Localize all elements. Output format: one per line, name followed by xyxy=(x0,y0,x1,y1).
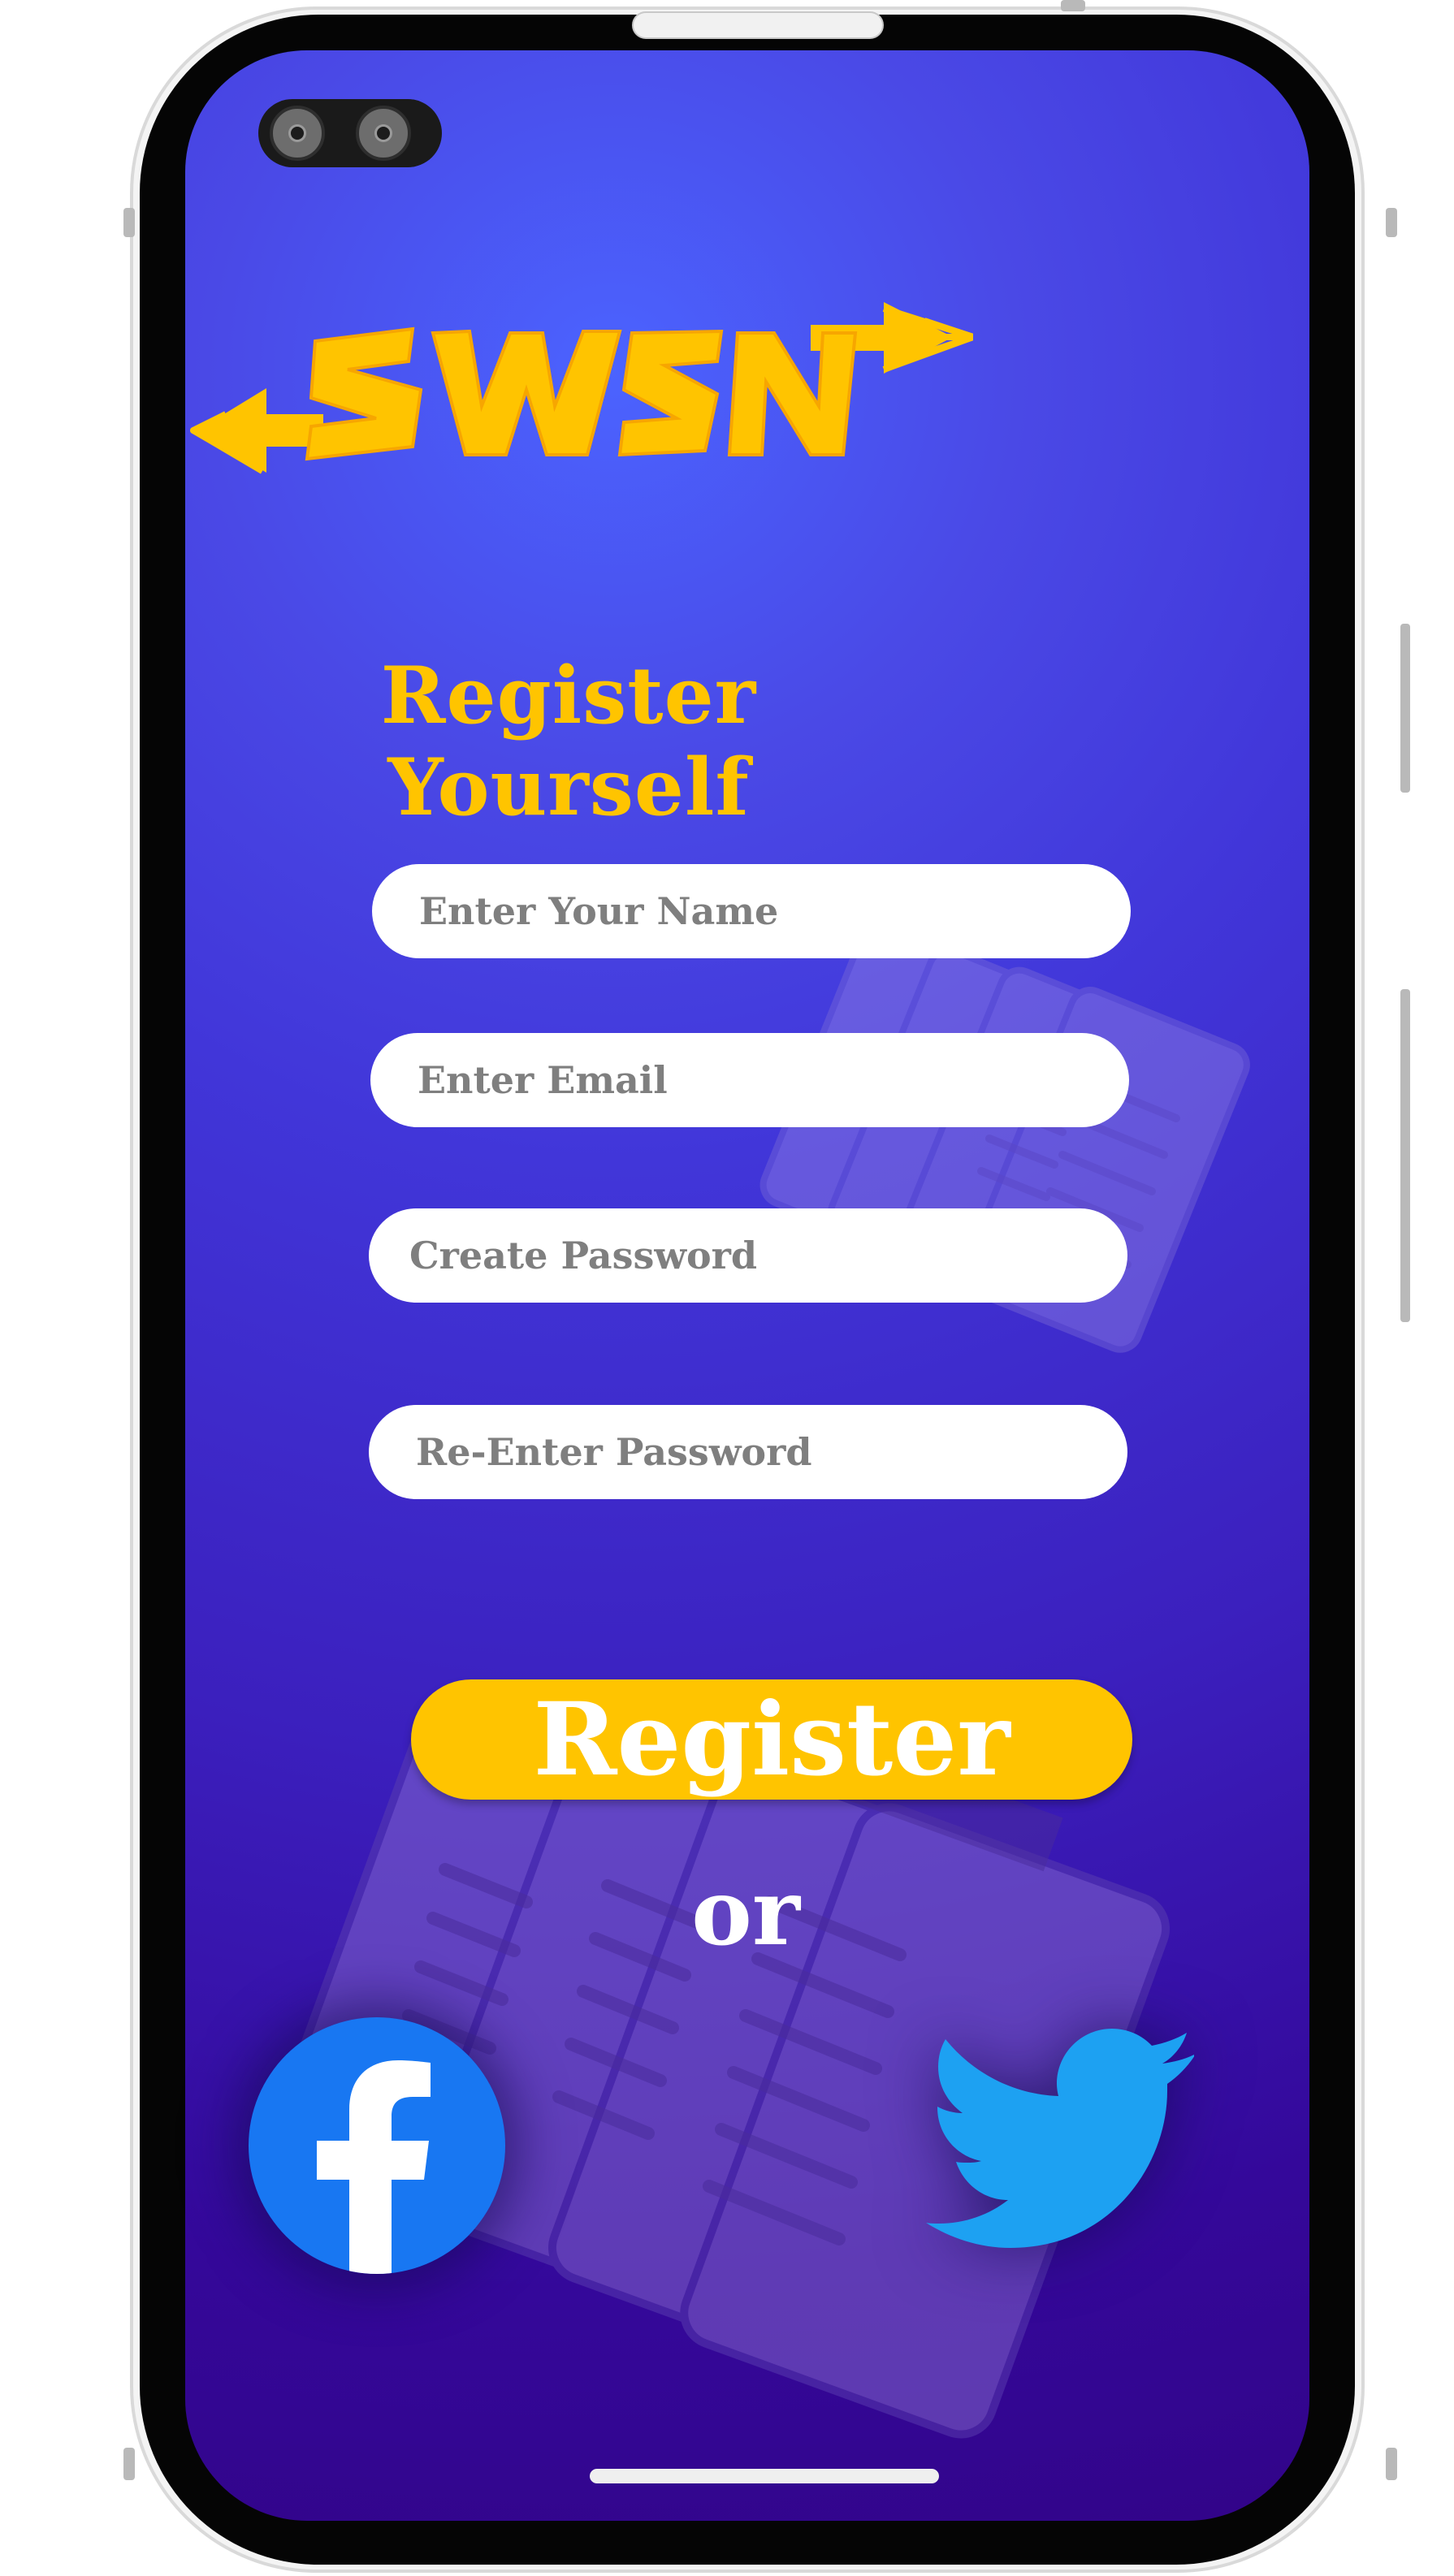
name-field[interactable]: Enter Your Name xyxy=(372,864,1131,958)
create-password-field[interactable]: Create Password xyxy=(369,1208,1127,1303)
camera-lens-right xyxy=(356,106,411,161)
speaker-grille xyxy=(632,11,884,39)
facebook-icon xyxy=(317,2060,431,2274)
reenter-password-placeholder: Re-Enter Password xyxy=(416,1430,812,1474)
facebook-login-button[interactable] xyxy=(249,2017,505,2274)
side-button-right-bottom xyxy=(1386,2448,1397,2480)
reenter-password-field[interactable]: Re-Enter Password xyxy=(369,1405,1127,1499)
or-divider-text: or xyxy=(691,1860,800,1966)
email-field-placeholder: Enter Email xyxy=(418,1058,668,1102)
side-button-right-volume xyxy=(1400,989,1410,1322)
twitter-login-button[interactable] xyxy=(926,2027,1195,2263)
front-camera xyxy=(258,99,442,167)
create-password-placeholder: Create Password xyxy=(409,1234,758,1277)
top-sensor xyxy=(1061,0,1085,11)
side-button-left-top xyxy=(123,208,135,237)
name-field-placeholder: Enter Your Name xyxy=(419,889,779,933)
side-button-right-top xyxy=(1386,208,1397,237)
page-title: Register Yourself xyxy=(380,650,757,833)
side-button-left-bottom xyxy=(123,2448,135,2480)
home-indicator xyxy=(590,2469,939,2483)
email-field[interactable]: Enter Email xyxy=(370,1033,1129,1127)
twitter-icon xyxy=(926,2029,1195,2248)
camera-lens-left xyxy=(270,106,325,161)
register-button-label: Register xyxy=(533,1680,1010,1799)
app-logo xyxy=(190,302,973,474)
side-button-right-power xyxy=(1400,624,1410,793)
register-button[interactable]: Register xyxy=(411,1679,1132,1800)
